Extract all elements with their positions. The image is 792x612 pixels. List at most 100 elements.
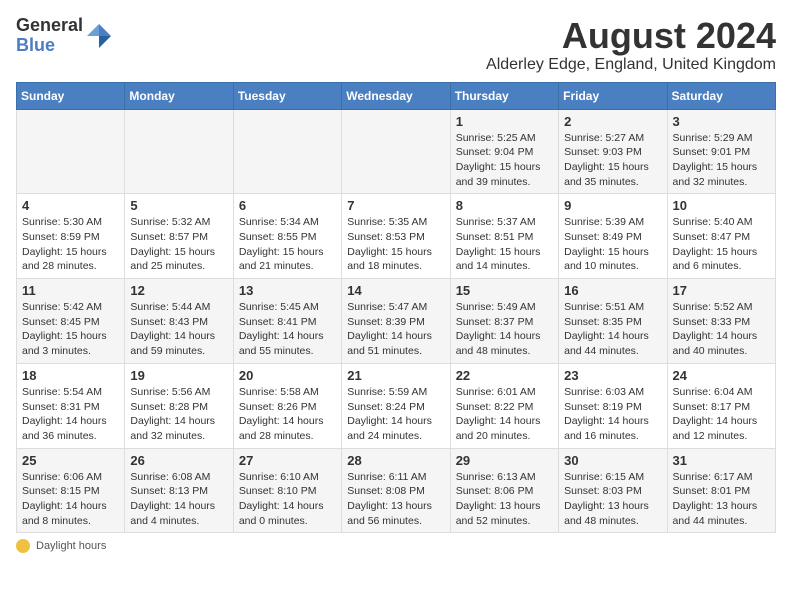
day-cell-4-0: 25 Sunrise: 6:06 AM Sunset: 8:15 PM Dayli… [17,448,125,533]
day-info: Sunrise: 5:44 AM Sunset: 8:43 PM Dayligh… [130,300,227,359]
day-number: 6 [239,198,336,213]
day-cell-2-0: 11 Sunrise: 5:42 AM Sunset: 8:45 PM Dayli… [17,279,125,364]
day-cell-3-2: 20Sunrise: 5:58 AM Sunset: 8:26 PM Dayli… [233,363,341,448]
calendar-table: SundayMondayTuesdayWednesdayThursdayFrid… [16,82,776,534]
day-cell-4-2: 27 Sunrise: 6:10 AM Sunset: 8:10 PM Dayli… [233,448,341,533]
day-info: Sunrise: 5:56 AM Sunset: 8:28 PM Dayligh… [130,385,227,444]
day-cell-3-3: 21Sunrise: 5:59 AM Sunset: 8:24 PM Dayli… [342,363,450,448]
day-number: 3 [673,114,770,129]
day-number: 14 [347,283,444,298]
day-number: 23 [564,368,661,383]
week-row-0: 1 Sunrise: 5:25 AM Sunset: 9:04 PM Daylig… [17,109,776,194]
footnote-text: Daylight hours [36,540,106,552]
day-info: Sunrise: 5:59 AM Sunset: 8:24 PM Dayligh… [347,385,444,444]
day-info: Sunrise: 6:08 AM Sunset: 8:13 PM Dayligh… [130,470,227,529]
day-number: 5 [130,198,227,213]
day-number: 13 [239,283,336,298]
day-cell-3-1: 19 Sunrise: 5:56 AM Sunset: 8:28 PM Dayli… [125,363,233,448]
day-number: 1 [456,114,553,129]
title-block: August 2024 Alderley Edge, England, Unit… [486,16,776,74]
day-cell-0-5: 2 Sunrise: 5:27 AM Sunset: 9:03 PM Daylig… [559,109,667,194]
day-number: 12 [130,283,227,298]
day-cell-1-2: 6 Sunrise: 5:34 AM Sunset: 8:55 PM Daylig… [233,194,341,279]
day-number: 4 [22,198,119,213]
day-number: 16 [564,283,661,298]
day-number: 11 [22,283,119,298]
day-cell-4-3: 28 Sunrise: 6:11 AM Sunset: 8:08 PM Dayli… [342,448,450,533]
day-info: Sunrise: 5:25 AM Sunset: 9:04 PM Dayligh… [456,131,553,190]
day-number: 19 [130,368,227,383]
day-cell-2-6: 17Sunrise: 5:52 AM Sunset: 8:33 PM Dayli… [667,279,775,364]
sun-icon [16,539,30,553]
day-number: 26 [130,453,227,468]
day-info: Sunrise: 5:45 AM Sunset: 8:41 PM Dayligh… [239,300,336,359]
day-number: 28 [347,453,444,468]
day-cell-0-1 [125,109,233,194]
day-info: Sunrise: 6:17 AM Sunset: 8:01 PM Dayligh… [673,470,770,529]
logo: GeneralBlue [16,16,113,56]
calendar-body: 1 Sunrise: 5:25 AM Sunset: 9:04 PM Daylig… [17,109,776,533]
header: GeneralBlue August 2024 Alderley Edge, E… [16,16,776,74]
day-info: Sunrise: 6:03 AM Sunset: 8:19 PM Dayligh… [564,385,661,444]
day-info: Sunrise: 6:04 AM Sunset: 8:17 PM Dayligh… [673,385,770,444]
day-number: 9 [564,198,661,213]
day-cell-1-1: 5Sunrise: 5:32 AM Sunset: 8:57 PM Daylig… [125,194,233,279]
day-cell-0-4: 1 Sunrise: 5:25 AM Sunset: 9:04 PM Daylig… [450,109,558,194]
week-row-2: 11 Sunrise: 5:42 AM Sunset: 8:45 PM Dayli… [17,279,776,364]
day-info: Sunrise: 5:35 AM Sunset: 8:53 PM Dayligh… [347,215,444,274]
week-row-3: 18 Sunrise: 5:54 AM Sunset: 8:31 PM Dayli… [17,363,776,448]
day-number: 7 [347,198,444,213]
day-cell-2-2: 13 Sunrise: 5:45 AM Sunset: 8:41 PM Dayli… [233,279,341,364]
day-cell-4-6: 31Sunrise: 6:17 AM Sunset: 8:01 PM Dayli… [667,448,775,533]
day-cell-2-4: 15 Sunrise: 5:49 AM Sunset: 8:37 PM Dayli… [450,279,558,364]
day-cell-0-3 [342,109,450,194]
day-cell-4-4: 29Sunrise: 6:13 AM Sunset: 8:06 PM Dayli… [450,448,558,533]
day-cell-2-1: 12 Sunrise: 5:44 AM Sunset: 8:43 PM Dayli… [125,279,233,364]
day-info: Sunrise: 6:11 AM Sunset: 8:08 PM Dayligh… [347,470,444,529]
logo-text: GeneralBlue [16,16,83,56]
day-info: Sunrise: 6:10 AM Sunset: 8:10 PM Dayligh… [239,470,336,529]
header-cell-wednesday: Wednesday [342,82,450,109]
day-info: Sunrise: 5:37 AM Sunset: 8:51 PM Dayligh… [456,215,553,274]
day-info: Sunrise: 5:54 AM Sunset: 8:31 PM Dayligh… [22,385,119,444]
day-info: Sunrise: 5:40 AM Sunset: 8:47 PM Dayligh… [673,215,770,274]
day-info: Sunrise: 5:58 AM Sunset: 8:26 PM Dayligh… [239,385,336,444]
day-info: Sunrise: 5:39 AM Sunset: 8:49 PM Dayligh… [564,215,661,274]
calendar-title: August 2024 [486,16,776,56]
day-info: Sunrise: 5:49 AM Sunset: 8:37 PM Dayligh… [456,300,553,359]
day-number: 15 [456,283,553,298]
day-cell-1-4: 8 Sunrise: 5:37 AM Sunset: 8:51 PM Daylig… [450,194,558,279]
day-info: Sunrise: 5:52 AM Sunset: 8:33 PM Dayligh… [673,300,770,359]
day-cell-0-2 [233,109,341,194]
day-number: 25 [22,453,119,468]
day-cell-1-0: 4 Sunrise: 5:30 AM Sunset: 8:59 PM Daylig… [17,194,125,279]
day-info: Sunrise: 6:06 AM Sunset: 8:15 PM Dayligh… [22,470,119,529]
day-number: 27 [239,453,336,468]
day-cell-0-0 [17,109,125,194]
day-info: Sunrise: 6:15 AM Sunset: 8:03 PM Dayligh… [564,470,661,529]
day-info: Sunrise: 5:27 AM Sunset: 9:03 PM Dayligh… [564,131,661,190]
day-number: 29 [456,453,553,468]
day-cell-4-5: 30 Sunrise: 6:15 AM Sunset: 8:03 PM Dayli… [559,448,667,533]
day-cell-3-6: 24 Sunrise: 6:04 AM Sunset: 8:17 PM Dayli… [667,363,775,448]
header-cell-sunday: Sunday [17,82,125,109]
calendar-header: SundayMondayTuesdayWednesdayThursdayFrid… [17,82,776,109]
logo-icon [85,22,113,50]
day-cell-3-0: 18 Sunrise: 5:54 AM Sunset: 8:31 PM Dayli… [17,363,125,448]
day-number: 24 [673,368,770,383]
day-number: 8 [456,198,553,213]
header-cell-friday: Friday [559,82,667,109]
day-info: Sunrise: 5:34 AM Sunset: 8:55 PM Dayligh… [239,215,336,274]
header-cell-saturday: Saturday [667,82,775,109]
day-cell-4-1: 26 Sunrise: 6:08 AM Sunset: 8:13 PM Dayli… [125,448,233,533]
day-number: 2 [564,114,661,129]
day-info: Sunrise: 5:30 AM Sunset: 8:59 PM Dayligh… [22,215,119,274]
day-cell-1-6: 10 Sunrise: 5:40 AM Sunset: 8:47 PM Dayli… [667,194,775,279]
day-info: Sunrise: 5:42 AM Sunset: 8:45 PM Dayligh… [22,300,119,359]
day-number: 18 [22,368,119,383]
header-row: SundayMondayTuesdayWednesdayThursdayFrid… [17,82,776,109]
day-cell-2-3: 14Sunrise: 5:47 AM Sunset: 8:39 PM Dayli… [342,279,450,364]
day-number: 30 [564,453,661,468]
day-number: 10 [673,198,770,213]
day-number: 22 [456,368,553,383]
